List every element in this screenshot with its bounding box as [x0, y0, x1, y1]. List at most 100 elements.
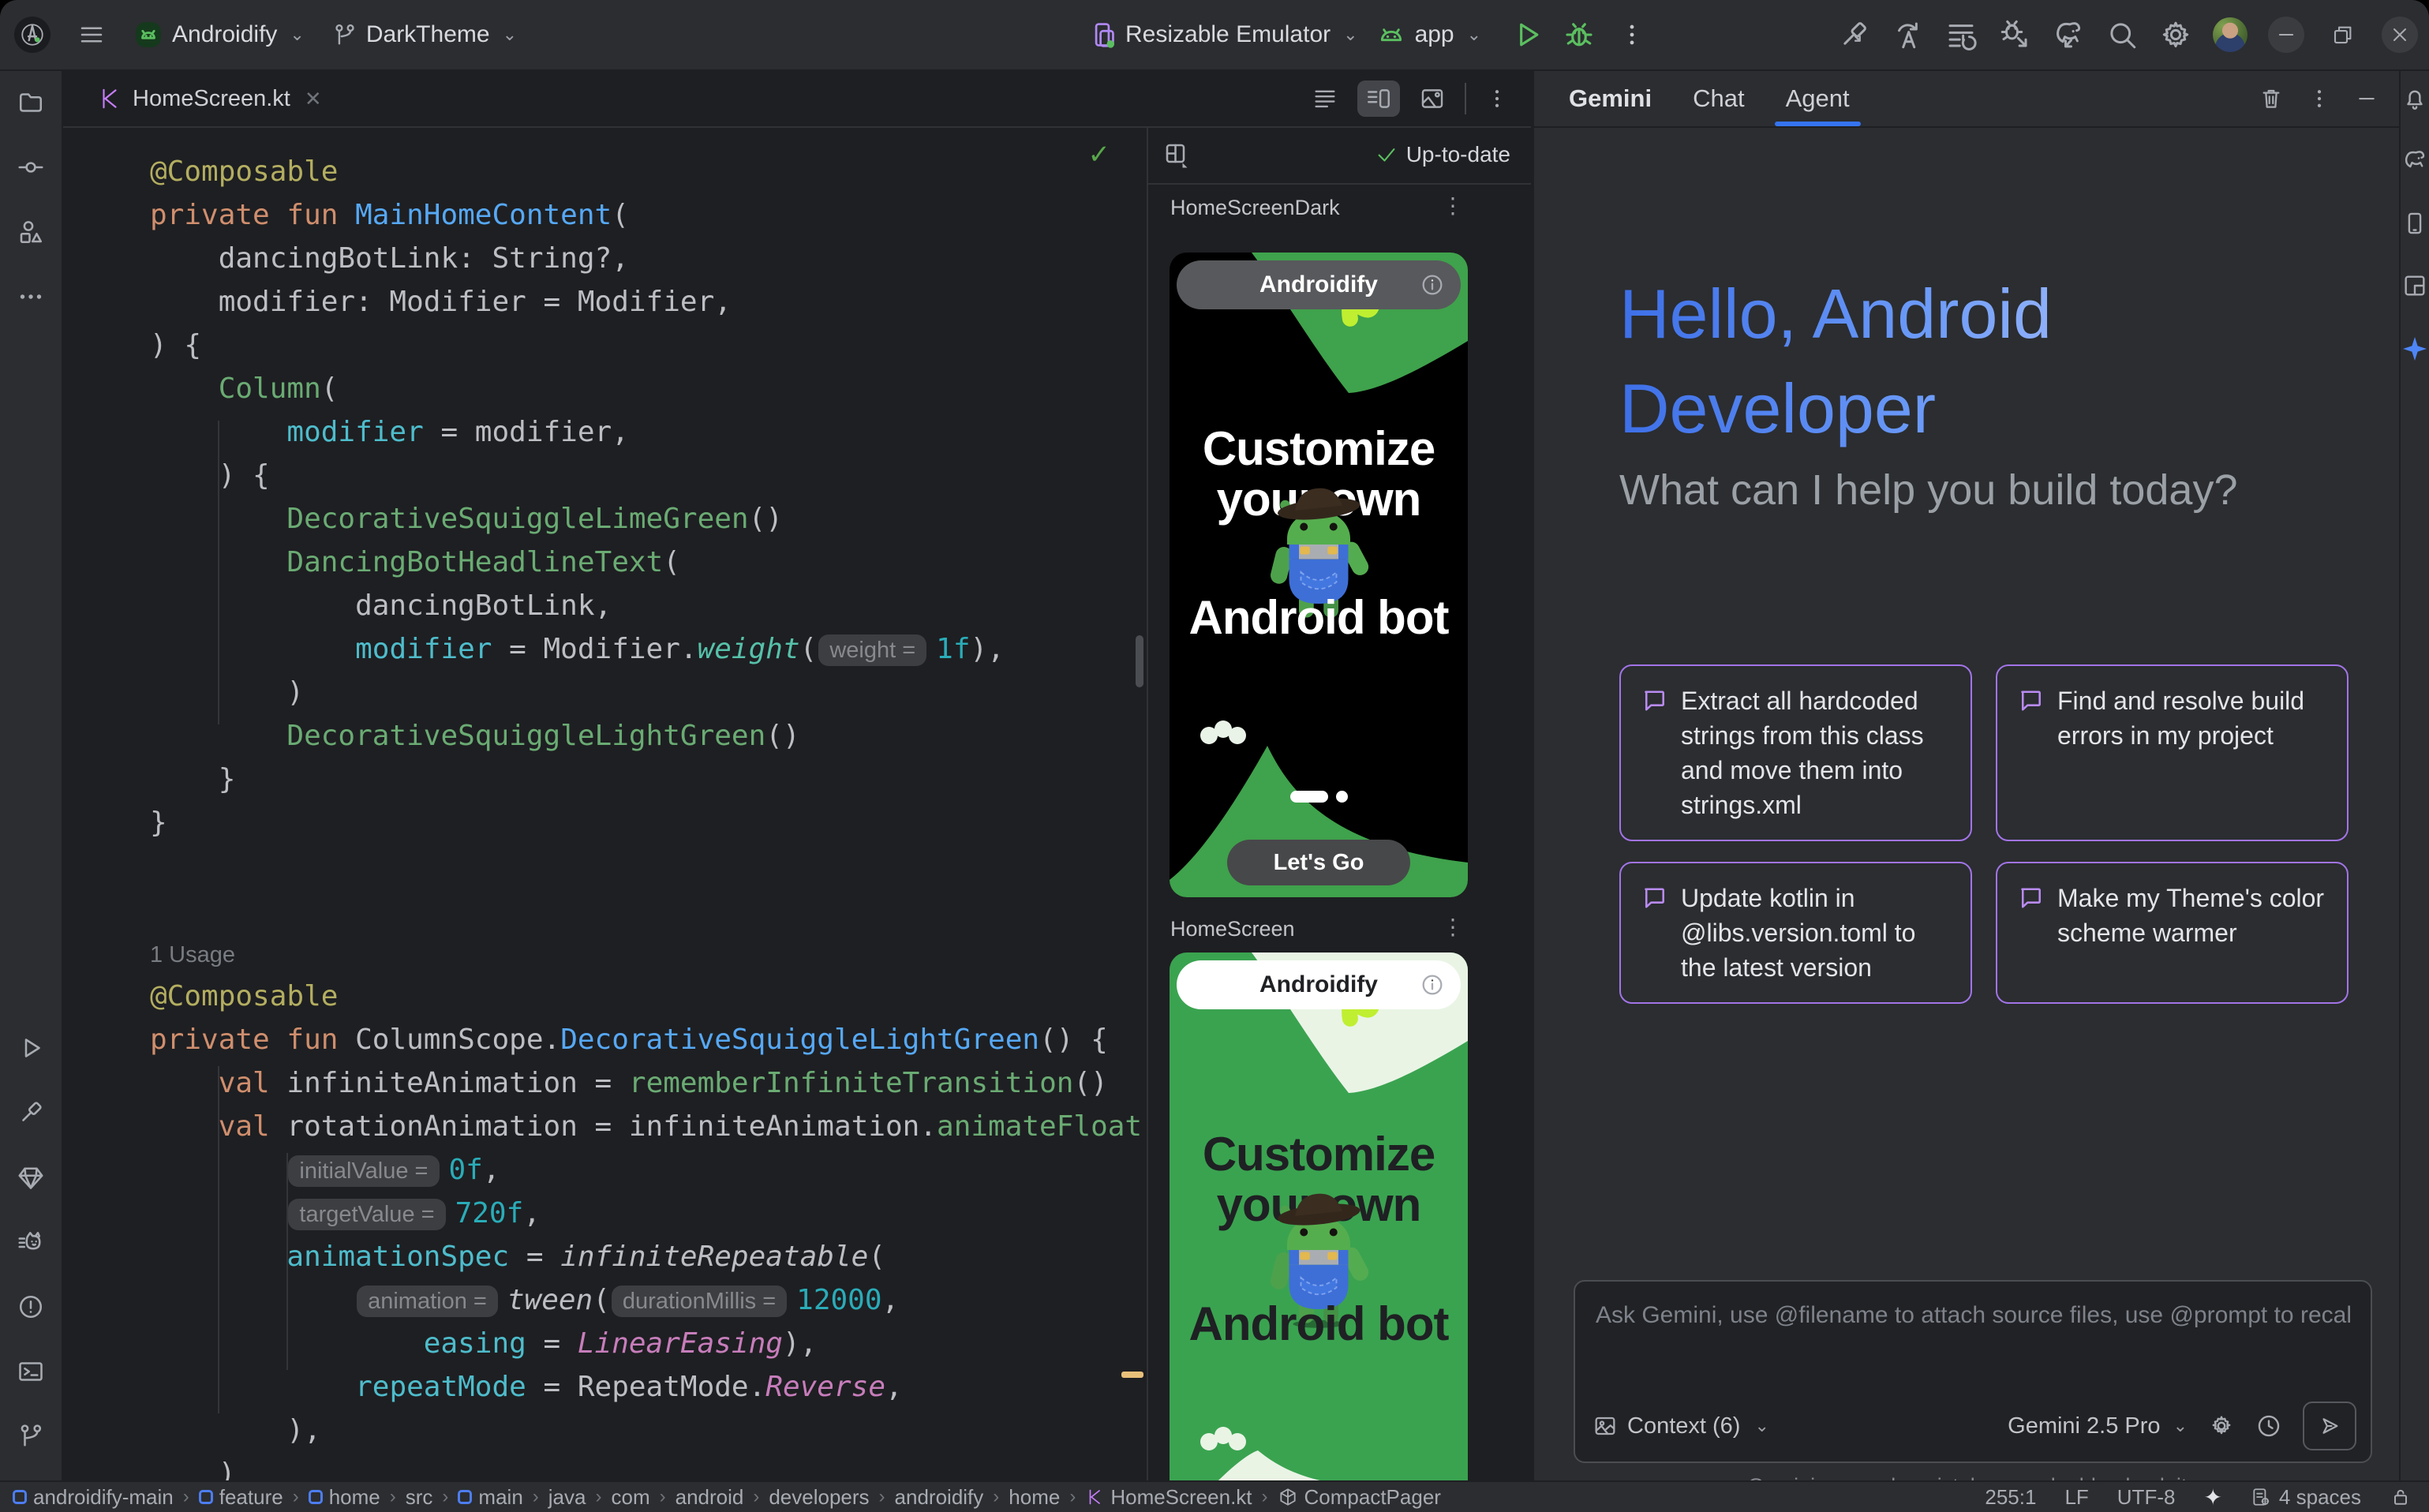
code-line[interactable]: targetValue =720f, — [63, 1192, 1147, 1235]
breadcrumb-item[interactable]: home — [309, 1485, 380, 1510]
breadcrumb-item[interactable]: src — [406, 1485, 433, 1510]
preview-phone-light[interactable]: Androidify Customize your own Android bo… — [1170, 952, 1468, 1482]
suggestion-card[interactable]: Make my Theme's color scheme warmer — [1996, 862, 2349, 1004]
more-actions-button[interactable] — [1619, 21, 1645, 48]
line-ending[interactable]: LF — [2064, 1485, 2088, 1510]
gemini-input-box[interactable]: Context (6) ⌄ Gemini 2.5 Pro ⌄ — [1574, 1280, 2372, 1463]
user-avatar[interactable] — [2213, 17, 2247, 52]
preview-phone-dark[interactable]: Androidify Customize your own Android bo… — [1170, 253, 1468, 897]
search-everywhere-button[interactable] — [2105, 18, 2139, 51]
tab-chat[interactable]: Chat — [1693, 71, 1744, 126]
debug-button[interactable] — [1562, 17, 1596, 52]
logcat-tool-button[interactable] — [17, 1228, 45, 1256]
gradle-sync-button[interactable] — [2052, 18, 2085, 51]
suggestion-card[interactable]: Update kotlin in @libs.version.toml to t… — [1619, 862, 1972, 1004]
code-line[interactable]: dancingBotLink: String?, — [63, 237, 1147, 280]
breadcrumb-item[interactable]: android — [676, 1485, 744, 1510]
minimize-button[interactable] — [2268, 17, 2304, 53]
caret-position[interactable]: 255:1 — [1985, 1485, 2036, 1510]
preview-name-dark[interactable]: HomeScreenDark — [1170, 196, 1340, 220]
code-line[interactable]: ) { — [63, 324, 1147, 367]
preview-sync-status[interactable]: Up-to-date — [1375, 142, 1510, 167]
info-icon[interactable] — [1420, 972, 1445, 997]
code-line[interactable]: val rotationAnimation = infiniteAnimatio… — [63, 1105, 1147, 1148]
restore-button[interactable] — [2325, 17, 2361, 53]
close-button[interactable] — [2382, 17, 2418, 53]
code-line[interactable] — [63, 844, 1147, 888]
build-tool-button[interactable] — [17, 1098, 45, 1127]
code-line[interactable]: Column( — [63, 367, 1147, 410]
breadcrumb-item[interactable]: androidify-main — [13, 1485, 174, 1510]
run-configuration-selector[interactable]: app ⌄ — [1375, 19, 1482, 51]
code-line[interactable]: @Composable — [63, 150, 1147, 193]
breadcrumb-item[interactable]: home — [1009, 1485, 1060, 1510]
more-tool-windows-button[interactable] — [17, 283, 45, 311]
code-line[interactable]: easing = LinearEasing), — [63, 1322, 1147, 1365]
design-view-button[interactable] — [1419, 85, 1446, 112]
lets-go-button[interactable]: Let's Go — [1227, 840, 1410, 885]
run-button[interactable] — [1510, 17, 1544, 52]
code-view-button[interactable] — [1312, 85, 1338, 112]
tab-agent[interactable]: Agent — [1786, 71, 1850, 126]
build-project-button[interactable] — [1837, 18, 1870, 51]
terminal-tool-button[interactable] — [17, 1357, 45, 1386]
history-icon[interactable] — [2255, 1413, 2282, 1439]
indent-selector[interactable]: 4 spaces — [2251, 1485, 2361, 1510]
code-line[interactable]: @Composable — [63, 975, 1147, 1018]
code-line[interactable]: modifier = Modifier.weight(weight =1f), — [63, 627, 1147, 671]
suggestion-card[interactable]: Extract all hardcoded strings from this … — [1619, 664, 1972, 841]
version-control-tool-button[interactable] — [17, 1422, 45, 1450]
breadcrumb-item[interactable]: feature — [199, 1485, 283, 1510]
preview-light-menu-icon[interactable]: ⋮ — [1442, 914, 1464, 940]
code-line[interactable]: DecorativeSquiggleLightGreen() — [63, 714, 1147, 758]
code-line[interactable]: private fun ColumnScope.DecorativeSquigg… — [63, 1018, 1147, 1061]
split-view-button[interactable] — [1357, 80, 1400, 117]
code-line[interactable]: modifier: Modifier = Modifier, — [63, 280, 1147, 324]
code-line[interactable]: } — [63, 801, 1147, 844]
editor-more-button[interactable] — [1485, 87, 1509, 110]
gemini-more-icon[interactable] — [2307, 87, 2331, 110]
code-line[interactable]: DancingBotHeadlineText( — [63, 541, 1147, 584]
context-selector[interactable]: Context (6) ⌄ — [1593, 1413, 1769, 1439]
sync-changes-button[interactable] — [1891, 18, 1924, 51]
code-line[interactable]: repeatMode = RepeatMode.Reverse, — [63, 1365, 1147, 1409]
code-line[interactable]: } — [63, 758, 1147, 801]
code-line[interactable]: animationSpec = infiniteRepeatable( — [63, 1235, 1147, 1278]
code-line[interactable]: ) — [63, 1452, 1147, 1482]
preview-dark-menu-icon[interactable]: ⋮ — [1442, 193, 1464, 219]
gradle-tool-button[interactable] — [2401, 148, 2428, 174]
preview-name-light[interactable]: HomeScreen — [1170, 917, 1295, 941]
project-tool-button[interactable] — [17, 88, 45, 117]
code-line[interactable]: initialValue =0f, — [63, 1148, 1147, 1192]
project-selector[interactable]: Androidify ⌄ — [133, 19, 305, 51]
preview-layout-button[interactable] — [1162, 140, 1191, 169]
code-line[interactable]: ), — [63, 1409, 1147, 1452]
editor-scrollbar[interactable] — [1136, 635, 1143, 687]
code-line[interactable]: private fun MainHomeContent( — [63, 193, 1147, 237]
send-button[interactable] — [2303, 1402, 2356, 1450]
breadcrumb-item[interactable]: CompactPager — [1278, 1485, 1441, 1510]
breadcrumb-item[interactable]: HomeScreen.kt — [1085, 1485, 1252, 1510]
commit-tool-button[interactable] — [17, 153, 45, 182]
breadcrumb-item[interactable]: main — [458, 1485, 522, 1510]
lock-icon[interactable] — [2390, 1486, 2412, 1508]
run-tool-button[interactable] — [17, 1034, 45, 1062]
tab-close-icon[interactable]: ✕ — [305, 87, 322, 111]
profiler-button[interactable] — [1944, 18, 1978, 51]
resource-manager-tool-button[interactable] — [17, 218, 45, 246]
notifications-tool-button[interactable] — [2401, 85, 2428, 112]
breadcrumb-item[interactable]: developers — [769, 1485, 869, 1510]
code-line[interactable]: DecorativeSquiggleLimeGreen() — [63, 497, 1147, 541]
code-line[interactable]: animation =tween(durationMillis =12000, — [63, 1278, 1147, 1322]
device-selector[interactable]: Resizable Emulator ⌄ — [1087, 20, 1358, 50]
breadcrumb-item[interactable]: java — [548, 1485, 586, 1510]
app-quality-insights-tool-button[interactable] — [17, 1163, 45, 1192]
hide-panel-icon[interactable] — [2355, 87, 2378, 110]
main-menu-button[interactable] — [77, 21, 106, 49]
suggestion-card[interactable]: Find and resolve build errors in my proj… — [1996, 664, 2349, 841]
code-line[interactable]: ) — [63, 671, 1147, 714]
code-line[interactable]: modifier = modifier, — [63, 410, 1147, 454]
model-selector[interactable]: Gemini 2.5 Pro ⌄ — [2008, 1413, 2188, 1439]
attach-debugger-button[interactable] — [1998, 18, 2031, 51]
code-editor[interactable]: @Composableprivate fun MainHomeContent( … — [63, 126, 1147, 1482]
